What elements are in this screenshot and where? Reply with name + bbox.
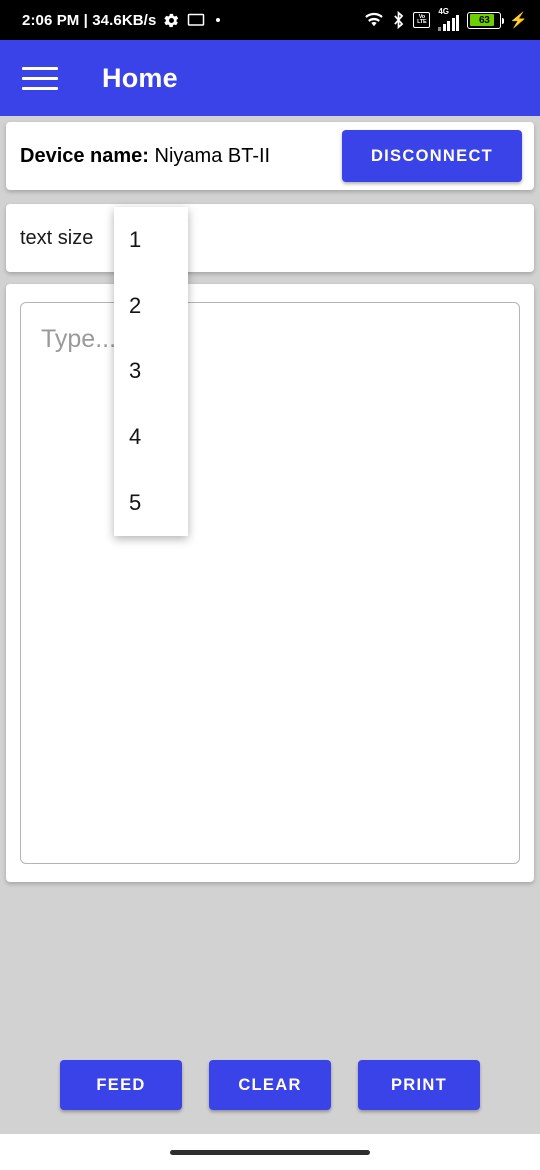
hamburger-menu-icon[interactable] (22, 66, 58, 90)
dropdown-option-5[interactable]: 5 (114, 470, 188, 536)
text-editor-card: Type... (6, 284, 534, 882)
status-bar: 2:06 PM | 34.6KB/s Vo LTE 4G 63 ⚡ (0, 0, 540, 40)
disconnect-button[interactable]: DISCONNECT (342, 130, 522, 182)
page-title: Home (102, 62, 178, 93)
status-bar-left: 2:06 PM | 34.6KB/s (22, 11, 221, 29)
gesture-pill[interactable] (170, 1149, 370, 1155)
text-input-placeholder: Type... (41, 325, 117, 353)
system-navigation-bar (0, 1134, 540, 1170)
device-info-card: Device name: Niyama BT-II DISCONNECT (6, 122, 534, 190)
feed-button[interactable]: FEED (60, 1060, 182, 1110)
dot-indicator (216, 18, 221, 22)
battery-icon: 63 (467, 11, 505, 29)
monitor-icon (188, 13, 205, 26)
text-size-card[interactable]: text size (6, 204, 534, 272)
device-name-label: Device name: (20, 144, 149, 167)
action-button-bar: FEED CLEAR PRINT (0, 1060, 540, 1110)
battery-level-text: 63 (479, 14, 490, 26)
print-button[interactable]: PRINT (358, 1060, 480, 1110)
status-clock-and-network-speed: 2:06 PM | 34.6KB/s (22, 11, 157, 29)
gear-icon (164, 13, 179, 27)
dropdown-option-3[interactable]: 3 (114, 339, 188, 405)
bluetooth-icon (394, 11, 404, 29)
volte-bottom-text: LTE (417, 19, 427, 25)
app-bar: Home (0, 40, 540, 116)
device-name-text: Device name: Niyama BT-II (20, 145, 270, 168)
dropdown-option-2[interactable]: 2 (114, 273, 188, 339)
text-size-label: text size (20, 226, 94, 249)
text-size-dropdown-menu[interactable]: 1 2 3 4 5 (114, 207, 188, 536)
device-name-value: Niyama BT-II (148, 144, 271, 167)
dropdown-option-1[interactable]: 1 (114, 207, 188, 273)
clear-button[interactable]: CLEAR (209, 1060, 331, 1110)
network-type-label: 4G (438, 7, 449, 16)
text-input[interactable]: Type... (20, 302, 520, 864)
wifi-icon (365, 12, 384, 27)
charging-bolt-icon: ⚡ (509, 11, 528, 29)
cellular-signal-icon: 4G (438, 7, 460, 31)
volte-icon: Vo LTE (413, 12, 431, 28)
status-bar-right: Vo LTE 4G 63 ⚡ (364, 7, 528, 31)
dropdown-option-4[interactable]: 4 (114, 404, 188, 470)
